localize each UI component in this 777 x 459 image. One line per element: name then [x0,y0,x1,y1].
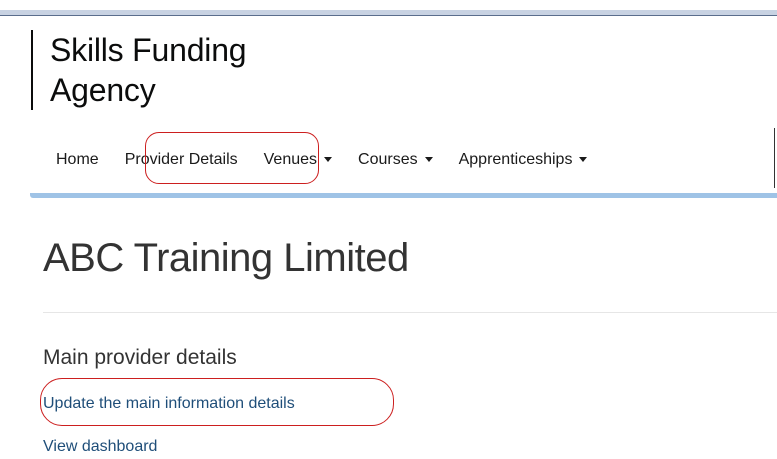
page-title: ABC Training Limited [43,236,409,280]
nav-item-venues[interactable]: Venues [263,151,333,169]
nav-underline [30,193,777,198]
logo-line-2: Agency [50,72,156,108]
page: Skills Funding Agency Home Provider Deta… [0,0,777,459]
agency-logo[interactable]: Skills Funding Agency [31,30,247,110]
view-dashboard-link[interactable]: View dashboard [43,437,157,457]
logo-line-1: Skills Funding [50,32,247,68]
section-title: Main provider details [43,346,237,369]
nav-divider [774,128,775,188]
nav-item-provider-details[interactable]: Provider Details [125,151,238,169]
caret-down-icon [324,157,333,163]
nav-item-label: Courses [358,151,418,168]
nav-item-label: Home [56,151,99,168]
nav-item-apprenticeships[interactable]: Apprenticeships [459,151,588,169]
nav-item-label: Provider Details [124,151,238,168]
caret-down-icon [424,157,433,163]
update-main-information-link[interactable]: Update the main information details [43,394,295,414]
divider [43,312,777,313]
main-nav: Home Provider Details Venues Courses App… [56,140,613,180]
nav-item-home[interactable]: Home [56,151,99,169]
caret-down-icon [579,157,588,163]
nav-item-label: Venues [263,151,318,168]
nav-item-label: Apprenticeships [458,151,573,168]
nav-item-courses[interactable]: Courses [358,151,433,169]
